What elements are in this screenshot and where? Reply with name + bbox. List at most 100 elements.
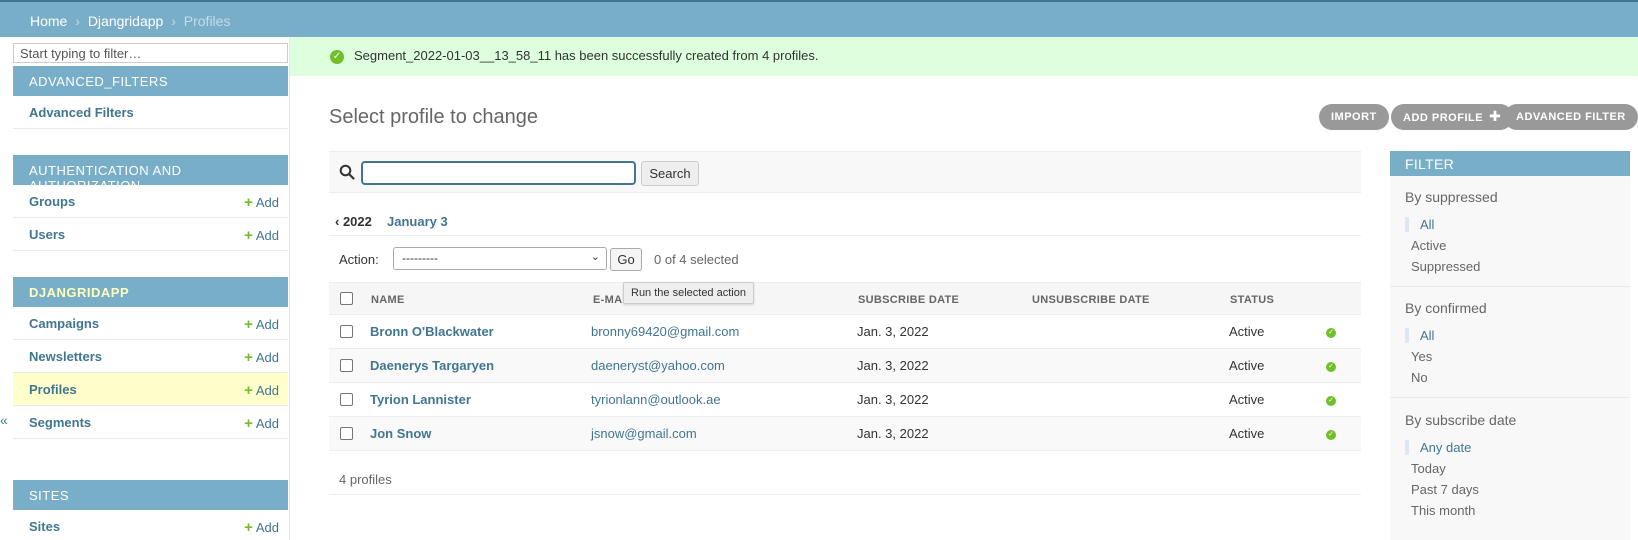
add-label: Add [255,317,279,332]
row-checkbox[interactable] [340,427,353,440]
tooltip: Run the selected action [623,282,754,304]
app-caption-sites[interactable]: SITES [13,480,288,510]
app-caption-advanced-filters[interactable]: ADVANCED_FILTERS [13,66,288,96]
add-newsletters-link[interactable]: + Add [244,349,279,366]
breadcrumb-app[interactable]: Djangridapp [88,13,164,29]
add-label: Add [255,350,279,365]
table-row: Bronn O'Blackwater bronny69420@gmail.com… [329,315,1361,349]
profile-name-link[interactable]: Jon Snow [370,426,431,441]
plus-icon: + [244,194,253,211]
import-button[interactable]: IMPORT [1319,104,1389,130]
sidebar-item-sites[interactable]: Sites + Add [13,510,288,540]
sidebar-item-label[interactable]: Users [29,227,65,242]
filter-option-confirmed-yes[interactable]: Yes [1405,349,1432,364]
sidebar-item-users[interactable]: Users + Add [13,218,288,251]
plus-icon: + [244,519,253,536]
select-all-checkbox[interactable] [340,292,353,305]
profile-name-link[interactable]: Daenerys Targaryen [370,358,494,373]
filter-group-title: By suppressed [1405,189,1498,205]
sidebar-item-label[interactable]: Groups [29,194,75,209]
email-link[interactable]: daeneryst@yahoo.com [591,358,725,373]
sidebar-item-label[interactable]: Advanced Filters [29,105,134,120]
selected-count: 0 of 4 selected [654,252,739,267]
breadcrumb-separator: › [171,13,176,29]
column-header-status[interactable]: STATUS [1230,294,1274,306]
filter-option-date-today[interactable]: Today [1405,461,1446,476]
row-checkbox[interactable] [340,359,353,372]
sidebar-item-label[interactable]: Sites [29,519,60,534]
sidebar-item-campaigns[interactable]: Campaigns + Add [13,307,288,340]
filter-group-title: By subscribe date [1405,412,1517,428]
app-caption-djangridapp[interactable]: DJANGRIDAPP [13,277,288,307]
nav-filter-input[interactable] [13,43,288,63]
table-row: Tyrion Lannister tyrionlann@outlook.ae J… [329,383,1361,417]
filter-option-date-any[interactable]: Any date [1405,440,1471,455]
filter-option-suppressed-all[interactable]: All [1405,217,1434,232]
table-row: Jon Snow jsnow@gmail.com Jan. 3, 2022 Ac… [329,417,1361,451]
row-checkbox[interactable] [340,393,353,406]
profile-name-link[interactable]: Tyrion Lannister [370,392,471,407]
status: Active [1229,324,1265,339]
add-label: Add [255,416,279,431]
result-count: 4 profiles [339,472,392,487]
add-users-link[interactable]: + Add [244,227,279,244]
sidebar-item-newsletters[interactable]: Newsletters + Add [13,340,288,373]
sidebar-collapse-toggle[interactable]: « [0,412,8,428]
status: Active [1229,358,1265,373]
add-campaigns-link[interactable]: + Add [244,316,279,333]
filter-divider [1390,397,1630,398]
date-back-link[interactable]: ‹ 2022 [335,214,372,229]
table-header: NAME E-MAIL SUBSCRIBE DATE UNSUBSCRIBE D… [329,282,1361,315]
confirmed-yes-icon: ✓ [1326,362,1336,372]
add-label: Add [255,383,279,398]
add-profile-button[interactable]: ADD PROFILE ✚ [1391,104,1514,130]
search-input[interactable] [361,161,636,185]
filter-option-date-this-month[interactable]: This month [1405,503,1475,518]
sidebar-item-label[interactable]: Campaigns [29,316,99,331]
email-link[interactable]: jsnow@gmail.com [591,426,697,441]
action-label: Action: [339,252,379,267]
app-caption-auth[interactable]: AUTHENTICATION AND AUTHORIZATION [13,155,288,193]
column-header-unsubscribe-date[interactable]: UNSUBSCRIBE DATE [1032,294,1150,306]
breadcrumb-home[interactable]: Home [30,13,67,29]
advanced-filter-button[interactable]: ADVANCED FILTER [1504,104,1638,130]
sidebar-item-label[interactable]: Newsletters [29,349,102,364]
filter-option-confirmed-all[interactable]: All [1405,328,1434,343]
add-sites-link[interactable]: + Add [244,519,279,536]
date-current-link[interactable]: January 3 [387,214,448,229]
add-segments-link[interactable]: + Add [244,415,279,432]
confirmed-yes-icon: ✓ [1326,396,1336,406]
profile-name-link[interactable]: Bronn O'Blackwater [370,324,494,339]
sidebar-item-label[interactable]: Segments [29,415,91,430]
add-label: Add [255,228,279,243]
filter-group-title: By confirmed [1405,300,1487,316]
column-header-subscribe-date[interactable]: SUBSCRIBE DATE [858,294,959,306]
sidebar-item-label[interactable]: Profiles [29,382,77,397]
page-title: Select profile to change [329,106,539,128]
sidebar-item-profiles[interactable]: Profiles + Add [13,373,288,406]
email-link[interactable]: tyrionlann@outlook.ae [591,392,721,407]
filter-option-confirmed-no[interactable]: No [1405,370,1428,385]
subscribe-date: Jan. 3, 2022 [857,392,929,407]
filter-option-suppressed-suppressed[interactable]: Suppressed [1405,259,1480,274]
plus-icon: ✚ [1489,108,1502,124]
column-header-name[interactable]: NAME [371,294,405,306]
sidebar-item-segments[interactable]: Segments + Add [13,406,288,439]
sidebar-item-groups[interactable]: Groups + Add [13,185,288,218]
search-toolbar: Search [329,151,1361,193]
add-groups-link[interactable]: + Add [244,194,279,211]
filter-option-suppressed-active[interactable]: Active [1405,238,1446,253]
plus-icon: + [244,349,253,366]
row-checkbox[interactable] [340,325,353,338]
add-profiles-link[interactable]: + Add [244,382,279,399]
check-circle-icon: ✓ [330,50,344,64]
action-select[interactable]: --------- ⌄ [393,247,607,270]
search-button[interactable]: Search [641,161,699,186]
filter-title: FILTER [1390,151,1630,176]
sidebar-item-advanced-filters[interactable]: Advanced Filters [13,96,288,129]
email-link[interactable]: bronny69420@gmail.com [591,324,739,339]
go-button[interactable]: Go [610,248,642,271]
import-label: IMPORT [1331,111,1377,123]
paginator: 4 profiles [329,451,1361,495]
filter-option-date-past-7-days[interactable]: Past 7 days [1405,482,1479,497]
